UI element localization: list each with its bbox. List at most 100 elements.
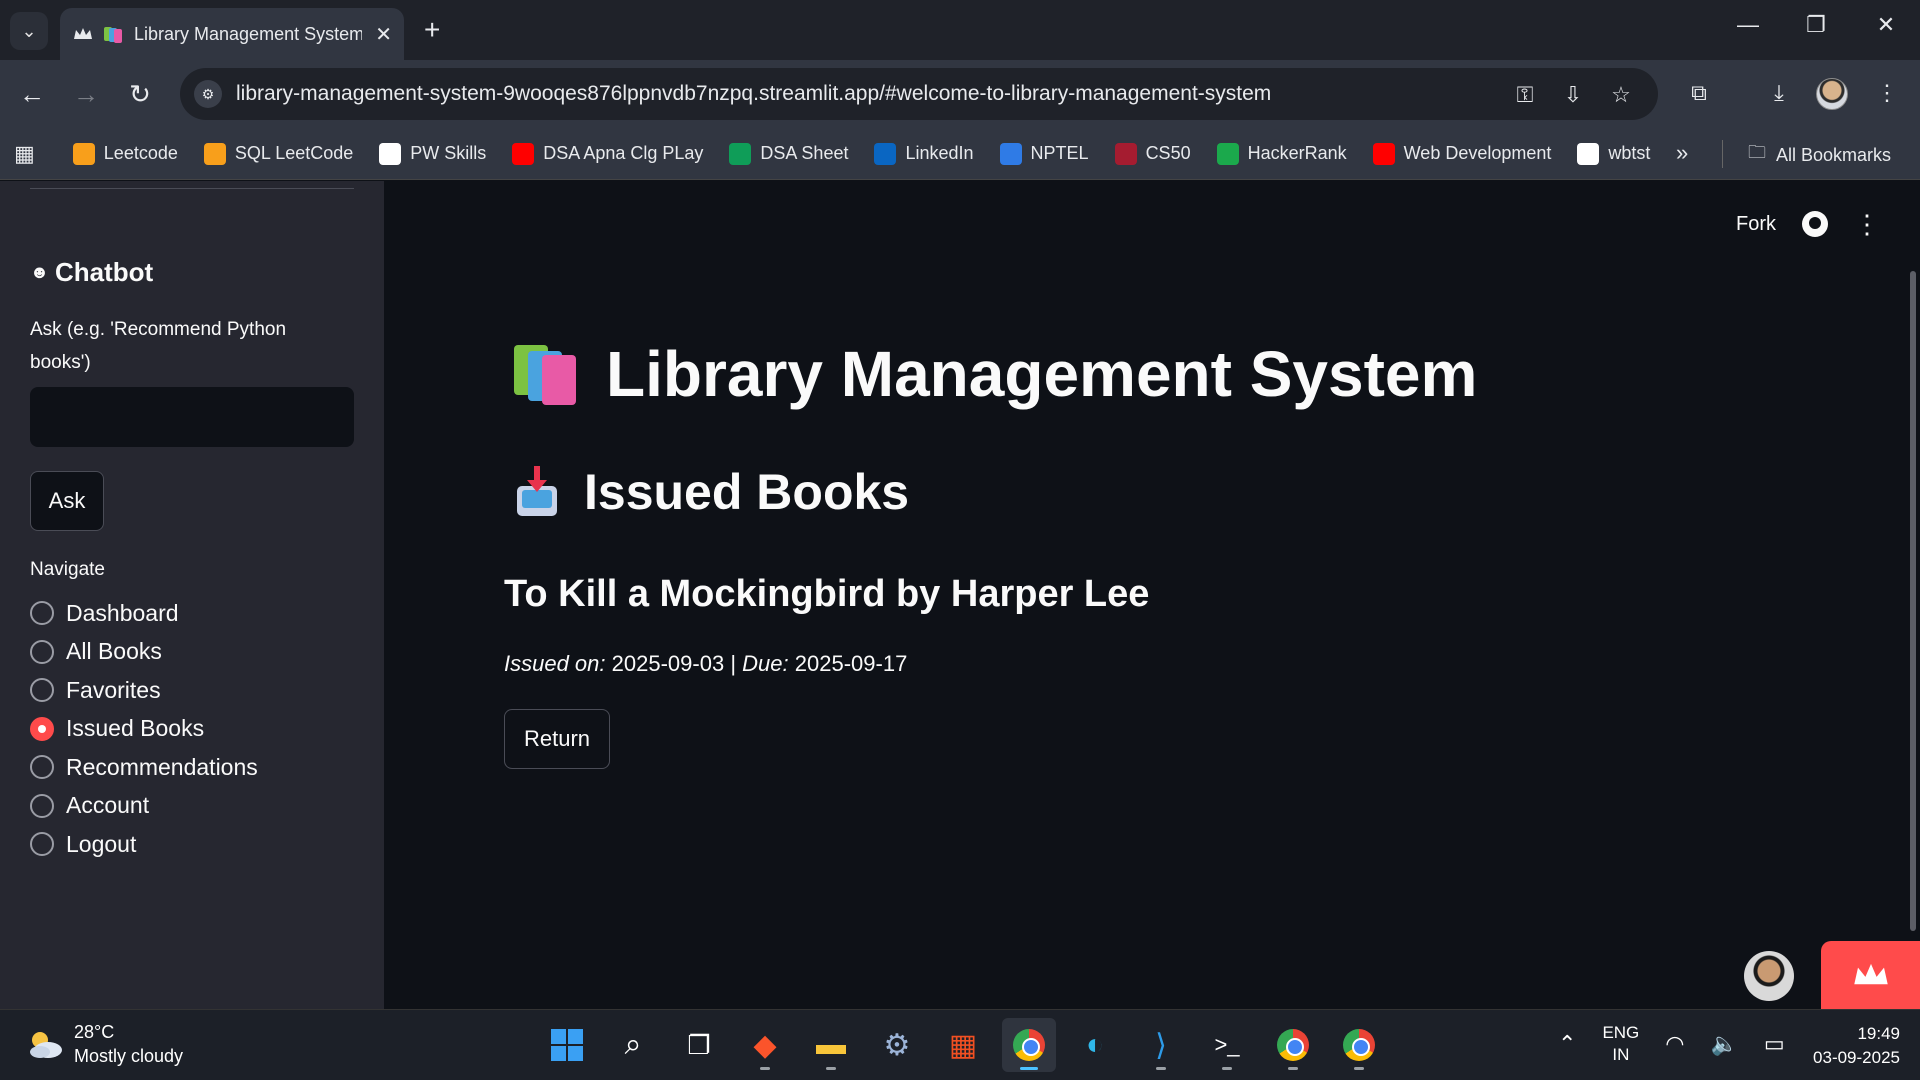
apps-grid-icon[interactable]: ▦ [14, 141, 35, 167]
nav-radio-recommendations[interactable]: Recommendations [30, 748, 258, 787]
main-menu-icon[interactable]: ⋮ [1854, 211, 1880, 237]
radio-button[interactable] [30, 793, 54, 818]
sheets-icon [729, 142, 752, 165]
page-title: Library Management System [514, 337, 1477, 411]
task-view-button[interactable]: ❐ [672, 1018, 726, 1072]
clock[interactable]: 19:49 03-09-2025 [1790, 1022, 1900, 1070]
bookmark-item[interactable]: DSA Sheet [729, 142, 848, 165]
nav-radio-logout[interactable]: Logout [30, 825, 258, 864]
bookmark-item[interactable]: NPTEL [999, 142, 1089, 165]
search-button[interactable]: ⌕ [606, 1018, 660, 1072]
bookmark-label: wbtst [1608, 143, 1651, 163]
leetcode-icon [72, 142, 95, 165]
volume-icon[interactable]: 🔈 [1710, 1031, 1737, 1057]
nav-radio-all-books[interactable]: All Books [30, 633, 258, 672]
new-tab-button[interactable]: + [424, 14, 440, 46]
radio-button[interactable] [30, 601, 54, 626]
address-bar[interactable]: ⚙ library-management-system-9wooqes876lp… [180, 68, 1658, 120]
section-title-text: Issued Books [584, 464, 910, 520]
taskbar: 28°C Mostly cloudy ⌕ ❐ ◆ ▬ ⚙ ▦ ◐ ⟩ >_ ⌃ … [0, 1009, 1920, 1080]
chrome-button-active[interactable] [1002, 1018, 1056, 1072]
edge-button[interactable]: ◐ [1068, 1018, 1122, 1072]
bookmark-label: DSA Apna Clg PLay [543, 143, 704, 163]
bookmark-label: Leetcode [103, 143, 178, 163]
bookmark-item[interactable]: HackerRank [1216, 142, 1347, 165]
install-app-icon[interactable]: ⇩ [1558, 82, 1588, 108]
forward-button[interactable]: → [68, 76, 104, 112]
terminal-button[interactable]: >_ [1200, 1018, 1254, 1072]
start-button[interactable] [540, 1018, 594, 1072]
bookmark-label: PW Skills [410, 143, 487, 163]
minimize-button[interactable]: — [1728, 12, 1768, 38]
radio-button[interactable] [30, 639, 54, 664]
browser-toolbar: ← → ↻ ⚙ library-management-system-9wooqe… [0, 60, 1920, 128]
radio-button[interactable] [30, 832, 54, 857]
streamlit-user-avatar[interactable] [1744, 951, 1794, 1001]
back-button[interactable]: ← [14, 76, 50, 112]
vscode-button[interactable]: ⟩ [1134, 1018, 1188, 1072]
settings-button[interactable]: ⚙ [870, 1018, 924, 1072]
chrome-profile-2-button[interactable] [1266, 1018, 1320, 1072]
github-icon[interactable] [1802, 211, 1828, 237]
language-code: ENG [1602, 1023, 1640, 1042]
return-button[interactable]: Return [504, 709, 610, 769]
radio-button[interactable] [30, 716, 54, 741]
tab-close-icon[interactable]: ✕ [375, 22, 392, 47]
extensions-icon[interactable]: ⧉ [1682, 80, 1716, 106]
issue-separator: | [730, 651, 737, 676]
browser-menu-icon[interactable]: ⋮ [1870, 80, 1904, 106]
site-info-icon[interactable]: ⚙ [194, 80, 222, 108]
close-window-button[interactable]: ✕ [1866, 12, 1906, 38]
language-indicator[interactable]: ENG IN [1602, 1022, 1639, 1066]
radio-button[interactable] [30, 755, 54, 780]
all-bookmarks-button[interactable]: 🗀 All Bookmarks [1748, 140, 1891, 170]
bookmark-star-icon[interactable]: ☆ [1606, 82, 1636, 108]
wifi-icon[interactable]: ◠ [1665, 1031, 1684, 1057]
youtube-icon [512, 142, 535, 165]
radio-label: Logout [66, 830, 137, 857]
task-view-icon: ❐ [687, 1029, 711, 1060]
tab-search-button[interactable]: ⌄ [10, 12, 48, 50]
bookmark-item[interactable]: Web Development [1372, 142, 1551, 165]
nav-radio-account[interactable]: Account [30, 787, 258, 826]
bookmark-item[interactable]: SQL LeetCode [203, 142, 353, 165]
restore-button[interactable]: ❐ [1796, 12, 1836, 38]
bookmark-label: LinkedIn [905, 143, 974, 163]
file-explorer-button[interactable]: ▬ [804, 1018, 858, 1072]
nav-radio-issued-books[interactable]: Issued Books [30, 710, 258, 749]
password-key-icon[interactable]: ⚿ [1510, 82, 1540, 108]
profile-avatar[interactable] [1816, 78, 1848, 110]
ask-button[interactable]: Ask [30, 471, 104, 531]
bookmark-item[interactable]: wbtst [1577, 142, 1651, 165]
nav-radio-favorites[interactable]: Favorites [30, 671, 258, 710]
chatbot-ask-input[interactable] [30, 387, 354, 447]
more-bookmarks-icon[interactable]: » [1676, 140, 1688, 166]
store-button[interactable]: ▦ [936, 1018, 990, 1072]
streamlit-badge[interactable] [1821, 941, 1920, 1009]
navigate-radio-group: Dashboard All Books Favorites Issued Books R… [30, 594, 258, 864]
reload-button[interactable]: ↻ [122, 76, 158, 112]
show-hidden-icons-icon[interactable]: ⌃ [1558, 1031, 1576, 1057]
fork-button[interactable]: Fork [1736, 213, 1776, 236]
weather-widget[interactable]: 28°C Mostly cloudy [26, 1020, 183, 1068]
bookmark-label: CS50 [1145, 143, 1191, 163]
bookmark-item[interactable]: CS50 [1114, 142, 1191, 165]
vscode-icon: ⟩ [1155, 1028, 1167, 1062]
browser-tab-active[interactable]: Library Management System ✕ [60, 8, 404, 60]
bookmark-item[interactable]: LinkedIn [874, 142, 974, 165]
bookmark-item[interactable]: Leetcode [72, 142, 178, 165]
bookmark-item[interactable]: DSA Apna Clg PLay [512, 142, 704, 165]
issued-label: Issued on: [504, 651, 606, 676]
scrollbar[interactable] [1910, 271, 1916, 931]
due-label: Due: [742, 651, 789, 676]
brave-browser-button[interactable]: ◆ [738, 1018, 792, 1072]
streamlit-crown-icon [72, 23, 94, 45]
battery-icon[interactable]: ▭ [1764, 1031, 1785, 1057]
chrome-profile-3-button[interactable] [1332, 1018, 1386, 1072]
url-text: library-management-system-9wooqes876lppn… [236, 82, 1272, 105]
radio-button[interactable] [30, 678, 54, 703]
downloads-icon[interactable]: ⤓ [1762, 80, 1796, 106]
bookmark-item[interactable]: PW Skills [379, 142, 487, 165]
chrome-icon [1277, 1029, 1309, 1061]
nav-radio-dashboard[interactable]: Dashboard [30, 594, 258, 633]
